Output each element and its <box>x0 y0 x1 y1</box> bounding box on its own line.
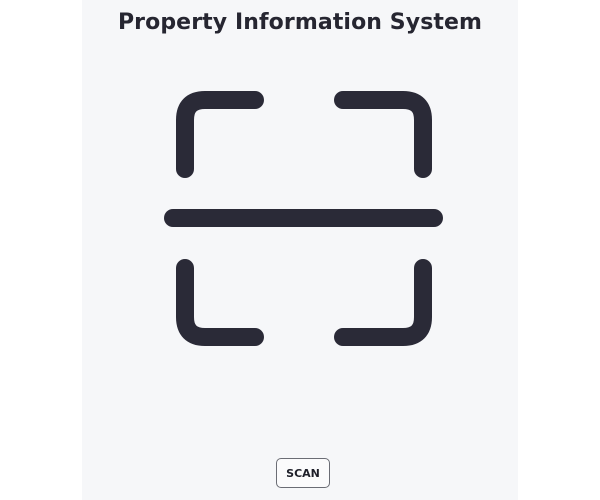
frame-corner-top-right <box>334 91 432 178</box>
scan-frame-icon <box>164 91 443 346</box>
frame-corner-bottom-left <box>176 259 264 346</box>
frame-corner-bottom-right <box>334 259 432 346</box>
app-window: Property Information System SCAN <box>0 0 600 500</box>
scan-button[interactable]: SCAN <box>276 458 330 488</box>
frame-corner-top-left <box>176 91 264 178</box>
